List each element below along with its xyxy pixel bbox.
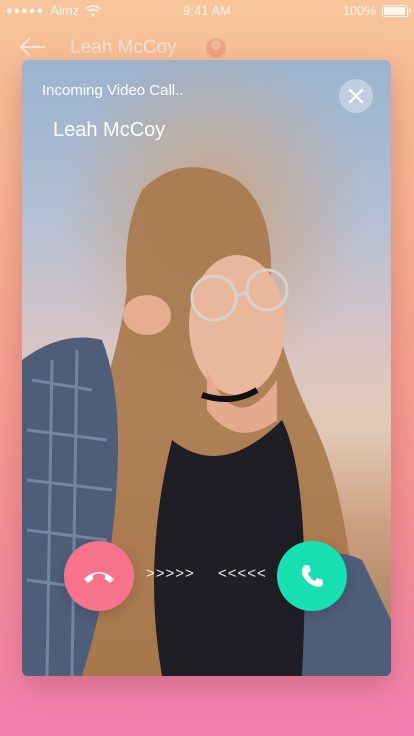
close-icon: [349, 89, 363, 103]
decline-call-button[interactable]: [64, 541, 134, 611]
close-button[interactable]: [339, 79, 373, 113]
battery-icon: [382, 4, 411, 17]
avatar[interactable]: [206, 38, 226, 58]
status-bar: ●●●●● Almz 9:41 AM 100%: [0, 0, 414, 22]
back-arrow-icon[interactable]: [18, 36, 46, 58]
caller-name: Leah McCoy: [53, 119, 166, 141]
phone-hangup-icon: [84, 572, 114, 583]
incoming-call-card: Incoming Video Call.. Leah McCoy >>>>> <…: [22, 60, 391, 676]
accept-call-button[interactable]: [277, 541, 347, 611]
phone-icon: [301, 565, 323, 587]
swipe-right-indicator: >>>>>: [146, 565, 195, 582]
swipe-left-indicator: <<<<<: [218, 565, 267, 582]
chat-title: Leah McCoy: [70, 37, 177, 58]
incoming-call-label: Incoming Video Call..: [42, 82, 184, 99]
battery-percent: 100%: [342, 3, 376, 18]
